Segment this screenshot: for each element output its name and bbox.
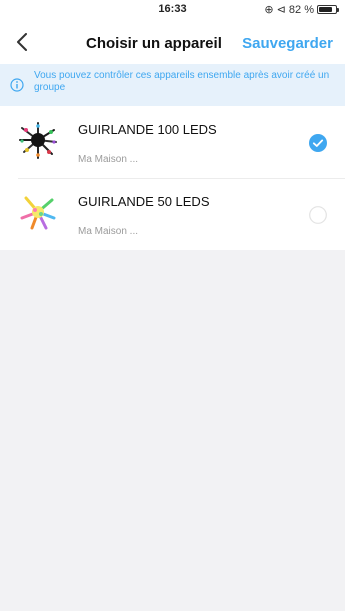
save-button[interactable]: Sauvegarder xyxy=(242,35,333,52)
checkmark-selected-icon[interactable] xyxy=(309,134,327,152)
info-icon xyxy=(10,78,24,92)
status-bar: 16:33 ⊕ ⊲ 82 % xyxy=(0,0,345,20)
info-banner: Vous pouvez contrôler ces appareils ense… xyxy=(0,64,345,106)
colorful-garland-icon xyxy=(20,196,56,230)
status-indicators-text: ⊕ ⊲ 82 % xyxy=(264,4,314,16)
battery-level-fill xyxy=(319,7,333,12)
chevron-left-icon xyxy=(17,33,27,51)
dark-garland-icon xyxy=(19,122,57,159)
battery-icon xyxy=(317,5,339,14)
empty-background-area xyxy=(0,250,345,611)
screen: 16:33 ⊕ ⊲ 82 % Choisir un appareil Sauve… xyxy=(0,0,345,611)
status-indicators: ⊕ ⊲ 82 % xyxy=(264,3,339,16)
info-banner-text: Vous pouvez contrôler ces appareils ense… xyxy=(34,70,330,93)
back-button[interactable] xyxy=(10,30,34,54)
page-title: Choisir un appareil xyxy=(86,35,222,52)
unchecked-circle-icon[interactable] xyxy=(309,206,327,224)
nav-bar: Choisir un appareil Sauvegarder xyxy=(0,20,345,64)
device-row-guirlande-50[interactable]: GUIRLANDE 50 LEDS Ma Maison ... xyxy=(0,178,345,250)
device-list: GUIRLANDE 100 LEDS Ma Maison ... GUIRLAN… xyxy=(0,106,345,250)
device-name: GUIRLANDE 50 LEDS xyxy=(78,194,210,209)
device-name: GUIRLANDE 100 LEDS xyxy=(78,122,217,137)
device-row-guirlande-100[interactable]: GUIRLANDE 100 LEDS Ma Maison ... xyxy=(0,106,345,178)
device-location: Ma Maison ... xyxy=(78,154,139,165)
device-location: Ma Maison ... xyxy=(78,226,139,237)
